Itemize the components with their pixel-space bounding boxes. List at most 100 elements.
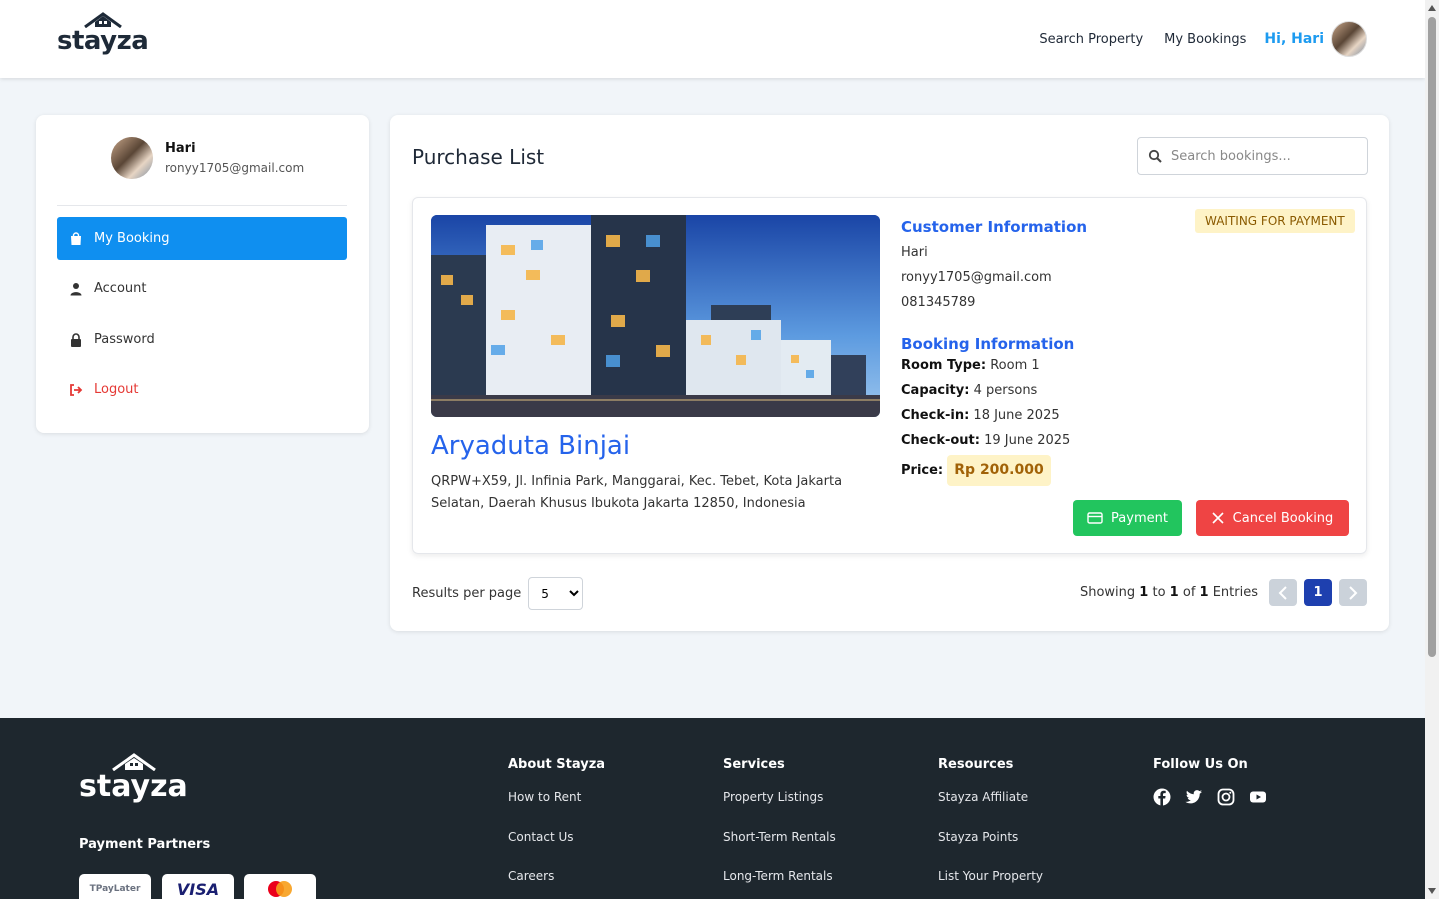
footer-link-contact-us[interactable]: Contact Us — [508, 828, 605, 868]
footer-logo[interactable]: stayza — [79, 753, 189, 809]
scroll-up-arrow-icon[interactable] — [1428, 5, 1436, 11]
chevron-right-icon — [1349, 585, 1358, 600]
next-page-button[interactable] — [1339, 579, 1367, 606]
footer-services-column: Services Property Listings Short-Term Re… — [723, 757, 836, 899]
sidebar-item-label: My Booking — [94, 231, 170, 246]
logo-text: stayza — [57, 26, 149, 56]
price-label: Price: — [901, 463, 944, 478]
sidebar-item-logout[interactable]: Logout — [57, 368, 347, 411]
customer-name: Hari — [901, 245, 928, 260]
twitter-icon[interactable] — [1185, 788, 1203, 806]
scroll-down-arrow-icon[interactable] — [1428, 888, 1436, 894]
capacity-row: Capacity: 4 persons — [901, 378, 1201, 403]
cancel-booking-button[interactable]: Cancel Booking — [1196, 500, 1349, 536]
of-text: of — [1182, 585, 1196, 600]
booking-info-heading: Booking Information — [901, 335, 1075, 353]
instagram-icon[interactable] — [1217, 788, 1235, 806]
visa-label: VISA — [176, 879, 220, 899]
nav-my-bookings[interactable]: My Bookings — [1164, 32, 1246, 47]
footer-link-list-property[interactable]: List Your Property — [938, 867, 1043, 899]
capacity-value: 4 persons — [973, 383, 1038, 398]
sidebar-divider — [57, 205, 347, 206]
user-greeting[interactable]: Hi, Hari — [1264, 31, 1324, 47]
footer-resources-column: Resources Stayza Affiliate Stayza Points… — [938, 757, 1043, 899]
footer-services-title: Services — [723, 757, 785, 772]
payment-button-label: Payment — [1111, 510, 1168, 526]
footer-logo-text: stayza — [79, 769, 188, 804]
sidebar-item-label: Password — [94, 332, 155, 347]
cancel-button-label: Cancel Booking — [1232, 510, 1334, 526]
logout-icon — [70, 383, 83, 396]
property-name[interactable]: Aryaduta Binjai — [431, 431, 630, 461]
customer-email: ronyy1705@gmail.com — [901, 270, 1052, 285]
footer-link-short-term[interactable]: Short-Term Rentals — [723, 828, 836, 868]
footer-follow-column: Follow Us On — [1153, 757, 1281, 806]
page-scrollbar[interactable] — [1425, 0, 1439, 899]
room-type-row: Room Type: Room 1 — [901, 353, 1201, 378]
per-page-label: Results per page — [412, 586, 522, 601]
credit-card-icon — [1087, 512, 1103, 524]
chevron-left-icon — [1278, 585, 1287, 600]
tpaylater-label: TPayLater — [89, 884, 141, 894]
nav-search-property[interactable]: Search Property — [1039, 32, 1143, 47]
room-type-label: Room Type: — [901, 358, 987, 373]
footer-about-title: About Stayza — [508, 757, 606, 772]
from-count: 1 — [1139, 585, 1149, 600]
results-per-page: Results per page 5 — [412, 577, 584, 610]
sidebar-item-account[interactable]: Account — [57, 267, 347, 310]
close-icon — [1212, 512, 1224, 524]
pagination-summary: Showing 1 to 1 of 1 Entries — [1080, 585, 1258, 600]
search-icon — [1148, 149, 1162, 163]
capacity-label: Capacity: — [901, 383, 970, 398]
sidebar-item-password[interactable]: Password — [57, 318, 347, 361]
lock-icon — [71, 332, 81, 347]
nav-links: Search Property My Bookings Hi, Hari — [1018, 20, 1367, 58]
footer-link-points[interactable]: Stayza Points — [938, 828, 1043, 868]
purchase-list-card: Purchase List Search bookings... Aryadut… — [390, 115, 1389, 631]
status-badge: WAITING FOR PAYMENT — [1195, 209, 1355, 233]
to-count: 1 — [1169, 585, 1179, 600]
checkin-row: Check-in: 18 June 2025 — [901, 403, 1201, 428]
mastercard-logo — [244, 874, 316, 899]
footer-link-property-listings[interactable]: Property Listings — [723, 788, 836, 828]
footer: stayza Payment Partners TPayLater VISA A… — [0, 718, 1425, 899]
footer-resources-title: Resources — [938, 757, 1014, 772]
footer-about-column: About Stayza How to Rent Contact Us Care… — [508, 757, 605, 899]
sidebar-item-label: Logout — [94, 382, 139, 397]
search-bookings-field[interactable] — [1137, 137, 1368, 175]
shopping-bag-icon — [71, 231, 81, 245]
user-icon — [70, 282, 82, 295]
property-photo[interactable] — [431, 215, 880, 417]
entries-text: Entries — [1212, 585, 1258, 600]
property-building-image — [431, 215, 880, 417]
footer-link-how-to-rent[interactable]: How to Rent — [508, 788, 605, 828]
to-text: to — [1152, 585, 1166, 600]
stayza-logo[interactable]: stayza — [57, 12, 151, 62]
visa-logo: VISA — [162, 874, 234, 899]
booking-info-column: Customer Information Hari ronyy1705@gmai… — [901, 218, 1201, 486]
youtube-icon[interactable] — [1249, 788, 1267, 806]
sidebar-item-my-booking[interactable]: My Booking — [57, 217, 347, 260]
scroll-thumb[interactable] — [1428, 17, 1436, 657]
price-value: Rp 200.000 — [947, 455, 1051, 486]
showing-text: Showing — [1079, 585, 1136, 600]
search-input[interactable] — [1171, 148, 1351, 164]
booking-card: Aryaduta Binjai QRPW+X59, Jl. Infinia Pa… — [412, 197, 1367, 554]
footer-link-affiliate[interactable]: Stayza Affiliate — [938, 788, 1043, 828]
checkout-value: 19 June 2025 — [984, 433, 1071, 448]
avatar[interactable] — [1331, 21, 1367, 57]
payment-partners-title: Payment Partners — [79, 837, 211, 852]
facebook-icon[interactable] — [1153, 788, 1171, 806]
per-page-select[interactable]: 5 — [528, 577, 584, 610]
page-1-button[interactable]: 1 — [1304, 579, 1332, 606]
customer-phone: 081345789 — [901, 295, 976, 310]
footer-link-careers[interactable]: Careers — [508, 867, 605, 899]
sidebar-user-name: Hari — [165, 141, 196, 156]
sidebar-user-email: ronyy1705@gmail.com — [165, 161, 305, 175]
prev-page-button[interactable] — [1269, 579, 1297, 606]
checkin-label: Check-in: — [901, 408, 970, 423]
payment-button[interactable]: Payment — [1073, 500, 1182, 536]
footer-link-long-term[interactable]: Long-Term Rentals — [723, 867, 836, 899]
customer-info-heading: Customer Information — [901, 218, 1088, 236]
page-title: Purchase List — [412, 145, 545, 169]
